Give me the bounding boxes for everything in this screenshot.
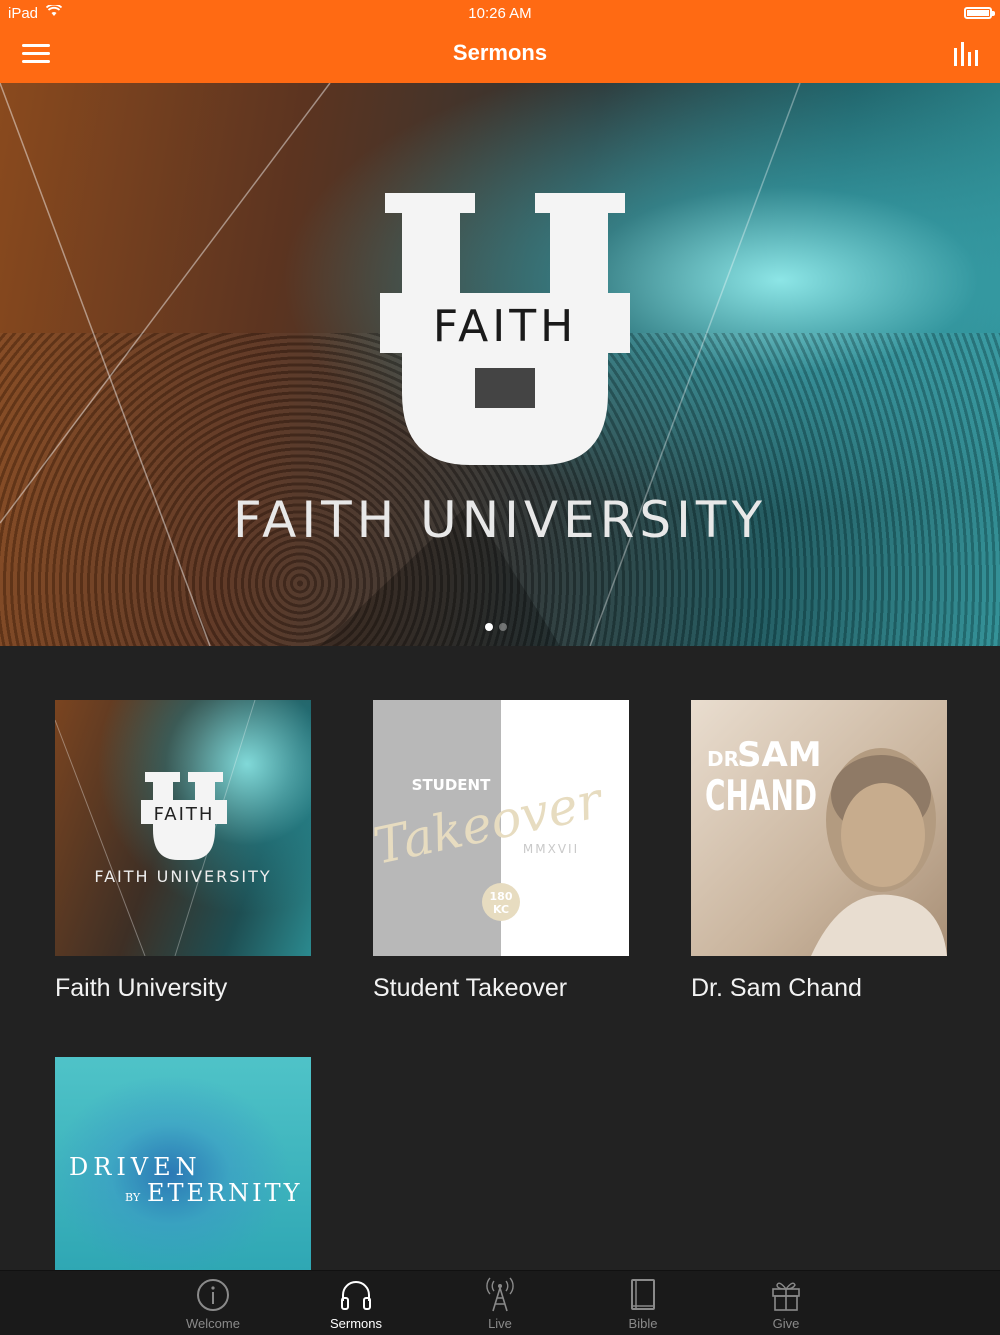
artwork-year-text: MMXVII: [523, 842, 579, 856]
artwork-name-line-2: CHAND: [705, 771, 817, 820]
artwork-badge-line-1: 180: [490, 890, 513, 903]
page-dot-active: [485, 623, 493, 631]
series-tile-student-takeover[interactable]: STUDENT Takeover MMXVII 180 KC Student T…: [373, 700, 629, 1003]
page-title: Sermons: [452, 40, 548, 65]
artwork-top-text: STUDENT: [412, 776, 491, 794]
equalizer-icon: [954, 42, 978, 66]
tab-label: Give: [772, 1316, 800, 1331]
headphones-icon: [341, 1281, 371, 1310]
page-indicator: [485, 618, 513, 636]
info-icon: [197, 1279, 229, 1311]
tab-sermons[interactable]: Sermons: [296, 1271, 416, 1335]
series-title: Faith University: [55, 974, 228, 1002]
series-tile-driven-by-eternity[interactable]: DRIVEN BY ETERNITY: [55, 1057, 311, 1270]
navigation-bar: iPad 10:26 AM Sermons: [0, 0, 1000, 83]
faith-u-logo: FAITH: [380, 193, 630, 465]
series-tile-dr-sam-chand[interactable]: DR. SAM CHAND Dr. Sam Chand: [691, 700, 947, 1003]
artwork-title-line-2: ETERNITY: [147, 1179, 302, 1207]
tab-label: Bible: [628, 1316, 658, 1331]
artwork-script-text: Takeover: [373, 770, 610, 875]
tab-label: Welcome: [186, 1316, 240, 1331]
artwork-name-line-1: SAM: [737, 735, 822, 775]
tab-label: Live: [488, 1316, 512, 1331]
artwork-logo-text: FAITH: [154, 804, 215, 825]
tab-bible[interactable]: Bible: [583, 1271, 703, 1335]
broadcast-tower-icon: [486, 1277, 514, 1312]
artwork-subtitle: FAITH UNIVERSITY: [94, 867, 271, 886]
series-title: Dr. Sam Chand: [691, 974, 862, 1002]
series-artwork: DR. SAM CHAND: [691, 700, 947, 956]
tab-bar: Welcome Sermons Live Bible Give: [0, 1270, 1000, 1335]
page-dot: [499, 623, 507, 631]
series-title: Student Takeover: [373, 974, 568, 1002]
tab-live[interactable]: Live: [440, 1271, 560, 1335]
tab-give[interactable]: Give: [726, 1271, 846, 1335]
logo-text: FAITH: [433, 301, 577, 352]
series-artwork: FAITH FAITH UNIVERSITY: [55, 700, 311, 956]
tab-welcome[interactable]: Welcome: [153, 1271, 273, 1335]
status-time: 10:26 AM: [468, 5, 532, 22]
banner-title: FAITH UNIVERSITY: [232, 491, 767, 549]
series-tile-faith-university[interactable]: FAITH FAITH UNIVERSITY Faith University: [55, 700, 311, 1003]
featured-banner[interactable]: FAITH FAITH UNIVERSITY: [0, 83, 1000, 646]
status-bar: iPad 10:26 AM: [0, 0, 1000, 28]
battery-icon: [964, 7, 995, 19]
gift-icon: [772, 1282, 800, 1311]
book-icon: [631, 1279, 655, 1310]
artwork-badge-line-2: KC: [493, 903, 509, 916]
series-artwork: DRIVEN BY ETERNITY: [55, 1057, 311, 1270]
tab-label: Sermons: [329, 1316, 383, 1331]
series-artwork: STUDENT Takeover MMXVII 180 KC: [373, 700, 629, 956]
equalizer-button[interactable]: [952, 40, 980, 68]
artwork-by: BY: [125, 1191, 141, 1204]
artwork-title-line-1: DRIVEN: [69, 1153, 202, 1181]
